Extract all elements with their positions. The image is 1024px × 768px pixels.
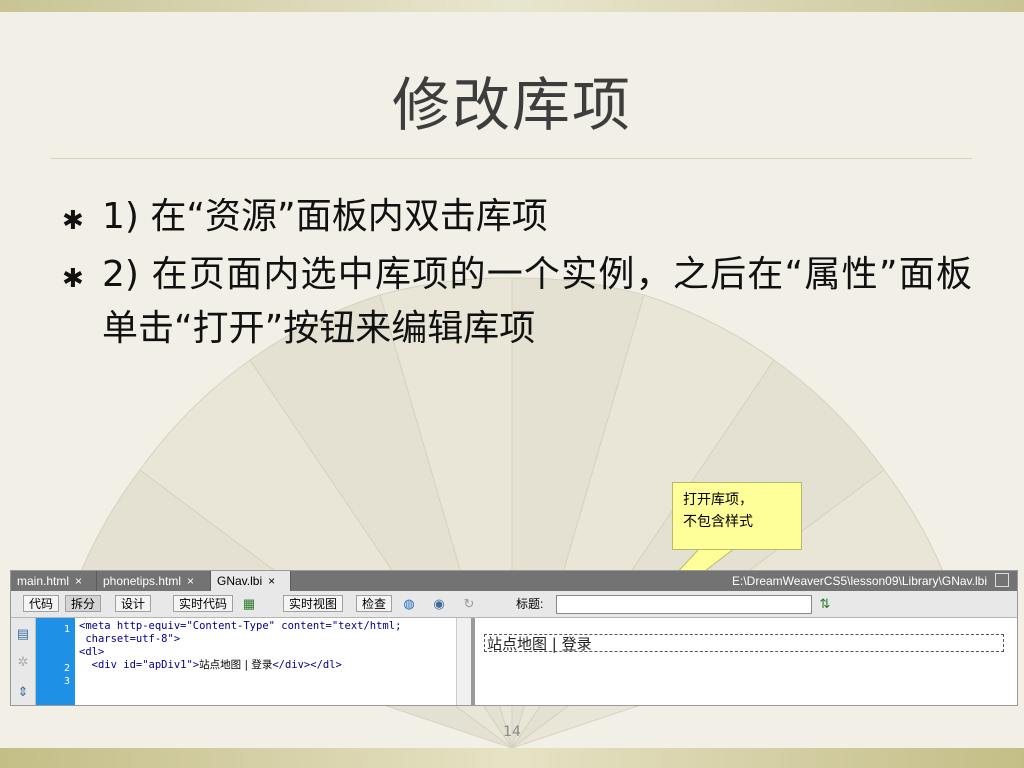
code-text: 站点地图 | 登录 — [199, 659, 273, 671]
code-line: <meta http-equiv="Content-Type" content=… — [79, 620, 402, 632]
restore-window-icon[interactable] — [995, 573, 1009, 587]
library-item-instance[interactable]: 站点地图 | 登录 — [484, 634, 1004, 653]
close-icon[interactable]: × — [187, 574, 194, 588]
callout-line: 打开库项， — [683, 492, 753, 508]
top-band — [0, 0, 1024, 12]
close-icon[interactable]: × — [75, 574, 82, 588]
callout-box: 打开库项， 不包含样式 — [672, 482, 802, 550]
file-path: E:\DreamWeaverCS5\lesson09\Library\GNav.… — [732, 574, 987, 588]
refresh-icon[interactable]: ↻ — [461, 596, 477, 612]
bullet-item: ✱ 2) 在页面内选中库项的一个实例，之后在“属性”面板单击“打开”按钮来编辑库… — [62, 248, 972, 356]
bullet-marker: ✱ — [62, 206, 84, 236]
live-view-button[interactable]: 实时视图 — [283, 595, 344, 612]
open-documents-icon[interactable]: ▤ — [15, 626, 31, 642]
coding-toolbar: ▤ ✲ ⇕ — [11, 618, 36, 705]
tab-gnav-lbi[interactable]: GNav.lbi × — [211, 571, 291, 591]
validate-icon[interactable]: ▦ — [241, 596, 257, 612]
split-view-button[interactable]: 拆分 — [65, 595, 102, 612]
code-token: </div></dl> — [272, 659, 342, 671]
line-number-gutter: 1 2 3 — [36, 618, 75, 705]
split-divider[interactable] — [471, 618, 475, 705]
code-token: <div id="apDiv1"> — [79, 659, 200, 671]
file-management-icon[interactable]: ⇅ — [817, 596, 833, 612]
live-code-button[interactable]: 实时代码 — [173, 595, 234, 612]
inspect-button[interactable]: 检查 — [356, 595, 393, 612]
design-view[interactable]: 站点地图 | 登录 — [476, 618, 1017, 705]
line-number: 1 — [63, 624, 70, 635]
bullet-marker: ✱ — [62, 264, 84, 294]
code-view-button[interactable]: 代码 — [23, 595, 60, 612]
code-line: charset=utf-8"> — [79, 633, 181, 645]
title-label: 标题: — [516, 597, 544, 611]
tab-label: GNav.lbi — [217, 574, 263, 588]
title-divider — [50, 158, 972, 159]
page-number: 14 — [503, 724, 521, 740]
close-icon[interactable]: × — [268, 574, 275, 588]
collapse-tag-icon[interactable]: ✲ — [15, 654, 31, 670]
title-input[interactable] — [556, 595, 812, 614]
bullet-text: 2) 在页面内选中库项的一个实例，之后在“属性”面板单击“打开”按钮来编辑库项 — [102, 254, 972, 349]
document-toolbar: 代码 拆分 设计 实时代码 ▦ 实时视图 检查 ◍ ◉ ↻ 标题: ⇅ — [11, 591, 1017, 618]
bullet-list: ✱ 1) 在“资源”面板内双击库项 ✱ 2) 在页面内选中库项的一个实例，之后在… — [62, 190, 972, 360]
document-tab-bar: main.html × phonetips.html × GNav.lbi × E:\… — [11, 571, 1017, 591]
expand-all-icon[interactable]: ⇕ — [15, 684, 31, 700]
bullet-text: 1) 在“资源”面板内双击库项 — [102, 196, 548, 237]
tab-main-html[interactable]: main.html × — [11, 571, 97, 591]
line-number: 3 — [63, 676, 70, 687]
visual-aids-icon[interactable]: ◉ — [431, 596, 447, 612]
tab-phonetips-html[interactable]: phonetips.html × — [97, 571, 211, 591]
bottom-band — [0, 748, 1024, 768]
code-line: <div id="apDiv1">站点地图 | 登录</div></dl> — [79, 659, 454, 672]
design-view-button[interactable]: 设计 — [115, 595, 152, 612]
browser-preview-icon[interactable]: ◍ — [401, 596, 417, 612]
bullet-item: ✱ 1) 在“资源”面板内双击库项 — [62, 190, 972, 244]
tab-label: phonetips.html — [103, 574, 182, 588]
code-editor[interactable]: <meta http-equiv="Content-Type" content=… — [79, 620, 454, 672]
slide-title: 修改库项 — [391, 71, 632, 139]
code-scrollbar[interactable] — [456, 618, 471, 705]
dreamweaver-window: main.html × phonetips.html × GNav.lbi × E:\… — [10, 570, 1018, 706]
line-number: 2 — [63, 663, 70, 674]
code-line: <dl> — [79, 646, 105, 658]
tab-label: main.html — [17, 574, 70, 588]
callout-line: 不包含样式 — [683, 514, 753, 530]
